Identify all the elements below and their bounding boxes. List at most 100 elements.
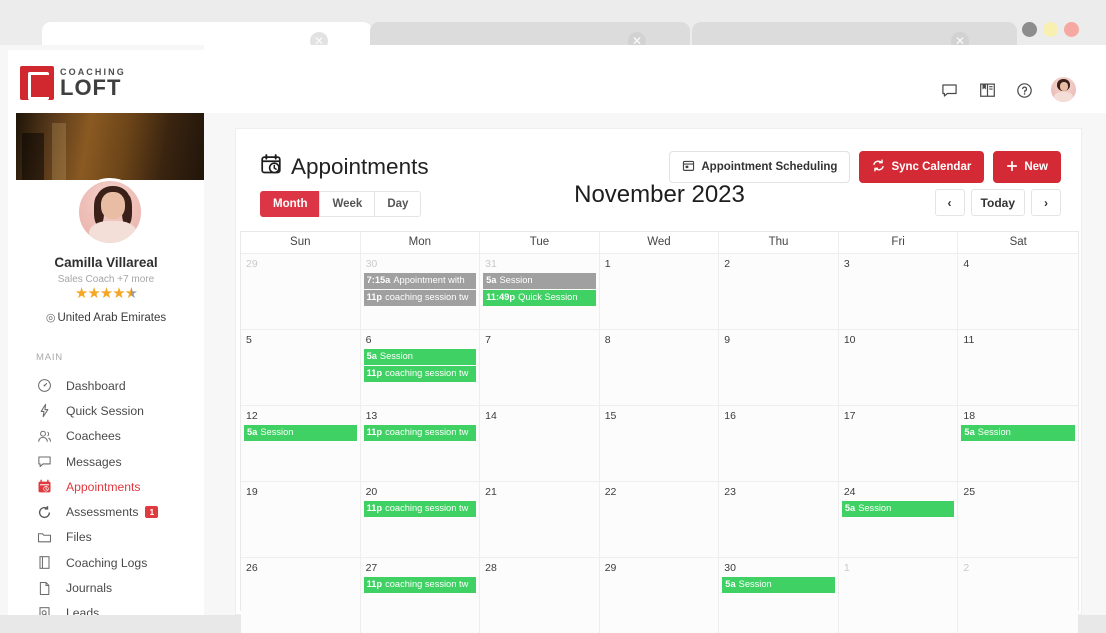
lead-search-icon xyxy=(36,605,53,615)
calendar-day-cell[interactable]: 15 xyxy=(599,406,720,481)
calendar-day-cell[interactable]: 27 11p coaching session tw xyxy=(360,558,481,633)
event-title: Session xyxy=(738,579,772,589)
calendar-event[interactable]: 11:49p Quick Session xyxy=(483,290,596,306)
calendar-day-cell[interactable]: 18 5a Session xyxy=(958,406,1078,481)
calendar-day-cell[interactable]: 28 xyxy=(480,558,600,633)
calendar-week-row: 5 6 5a Session 11p coaching session tw 7 8 9 10 11 xyxy=(241,329,1078,405)
sidebar-item-journals[interactable]: Journals xyxy=(8,575,204,600)
calendar-event[interactable]: 5a Session xyxy=(961,425,1075,441)
calendar-day-cell[interactable]: 21 xyxy=(480,482,600,557)
notebook-icon xyxy=(36,555,53,571)
day-number: 14 xyxy=(485,410,497,422)
sidebar-item-quick-session[interactable]: Quick Session xyxy=(8,398,204,423)
calendar-day-cell[interactable]: 20 11p coaching session tw xyxy=(360,482,481,557)
calendar-day-cell[interactable]: 1 xyxy=(838,558,959,633)
calendar-event[interactable]: 11p coaching session tw xyxy=(363,501,477,517)
calendar-nav-controls: ‹ Today › xyxy=(934,189,1061,216)
calendar-event[interactable]: 5a Session xyxy=(722,577,835,593)
brand-logo[interactable]: COACHING LOFT xyxy=(20,66,126,100)
calendar-event[interactable]: 5a Session xyxy=(363,349,477,365)
calendar-day-cell[interactable]: 12 5a Session xyxy=(241,406,361,481)
calendar-day-cell[interactable]: 25 xyxy=(958,482,1078,557)
event-time: 5a xyxy=(844,503,856,513)
sidebar-item-leads[interactable]: Leads xyxy=(8,601,204,615)
event-title: coaching session tw xyxy=(385,292,469,303)
document-icon xyxy=(36,580,53,596)
calendar-weekday-wed: Wed xyxy=(599,232,720,253)
sidebar-item-label: Files xyxy=(66,530,92,545)
calendar-day-cell[interactable]: 6 5a Session 11p coaching session tw xyxy=(360,330,481,405)
page-title: Appointments xyxy=(291,153,429,179)
calendar-day-cell[interactable]: 4 xyxy=(958,254,1078,329)
status-badge: 1 xyxy=(145,505,159,519)
calendar-event[interactable]: 11p coaching session tw xyxy=(363,577,477,593)
calendar-event[interactable]: 5a Session xyxy=(244,425,357,441)
sidebar-item-files[interactable]: Files xyxy=(8,525,204,550)
window-maximize-dot[interactable] xyxy=(1043,22,1058,37)
messages-icon[interactable] xyxy=(938,79,960,101)
calendar-day-cell[interactable]: 26 xyxy=(241,558,361,633)
calendar-day-cell[interactable]: 23 xyxy=(719,482,839,557)
location-pin-icon: ◎ xyxy=(45,312,56,324)
calendar-day-cell[interactable]: 29 xyxy=(599,558,720,633)
calendar-day-cell[interactable]: 3 xyxy=(838,254,959,329)
day-number: 16 xyxy=(724,410,736,422)
sidebar-item-coachees[interactable]: Coachees xyxy=(8,424,204,449)
day-number: 18 xyxy=(963,410,976,422)
window-minimize-dot[interactable] xyxy=(1022,22,1037,37)
day-number: 28 xyxy=(485,562,497,574)
calendar-day-cell[interactable]: 30 5a Session xyxy=(719,558,839,633)
appointment-scheduling-button[interactable]: Appointment Scheduling xyxy=(669,151,851,183)
sidebar-item-messages[interactable]: Messages xyxy=(8,449,204,474)
action-label: Appointment Scheduling xyxy=(701,161,838,173)
calendar-day-cell[interactable]: 9 xyxy=(719,330,839,405)
calendar-day-cell[interactable]: 16 xyxy=(719,406,839,481)
day-number: 6 xyxy=(365,334,372,346)
sidebar-item-assessments[interactable]: Assessments 1 xyxy=(8,499,204,524)
sidebar-item-coaching-logs[interactable]: Coaching Logs xyxy=(8,550,204,575)
calendar-day-cell[interactable]: 30 7:15a Appointment with 11p coaching sessi… xyxy=(360,254,481,329)
calendar-event[interactable]: 7:15a Appointment with xyxy=(363,273,477,289)
calendar-day-cell[interactable]: 31 5a Session 11:49p Quick Session xyxy=(480,254,600,329)
star-icon: ★ xyxy=(87,285,100,302)
today-button[interactable]: Today xyxy=(970,189,1025,216)
calendar-day-cell[interactable]: 2 xyxy=(958,558,1078,633)
day-number: 7 xyxy=(485,334,491,346)
calendar-event[interactable]: 11p coaching session tw xyxy=(363,290,477,306)
day-number: 20 xyxy=(365,486,378,498)
sidebar-item-appointments[interactable]: Appointments xyxy=(8,474,204,499)
avatar[interactable] xyxy=(1051,77,1076,102)
calendar-week-row: 12 5a Session 13 11p coaching session tw 14 15 1… xyxy=(241,405,1078,481)
sidebar-item-label: Dashboard xyxy=(66,378,126,393)
next-month-button[interactable]: › xyxy=(1031,189,1061,216)
calendar-event[interactable]: 11p coaching session tw xyxy=(363,425,477,441)
calendar-day-cell[interactable]: 13 11p coaching session tw xyxy=(360,406,481,481)
calendar-day-cell[interactable]: 19 xyxy=(241,482,361,557)
calendar-day-cell[interactable]: 5 xyxy=(241,330,361,405)
calendar-day-cell[interactable]: 22 xyxy=(599,482,720,557)
sync-calendar-button[interactable]: Sync Calendar xyxy=(859,151,985,183)
window-close-dot[interactable] xyxy=(1064,22,1079,37)
calendar-day-cell[interactable]: 11 xyxy=(958,330,1078,405)
calendar-day-cell[interactable]: 2 xyxy=(719,254,839,329)
book-flag-icon[interactable] xyxy=(976,79,998,101)
avatar[interactable] xyxy=(76,178,144,246)
calendar-day-cell[interactable]: 1 xyxy=(599,254,720,329)
calendar-day-cell[interactable]: 24 5a Session xyxy=(838,482,959,557)
sidebar-item-dashboard[interactable]: Dashboard xyxy=(8,373,204,398)
people-icon xyxy=(36,428,53,444)
help-circle-icon[interactable] xyxy=(1013,79,1035,101)
calendar-day-cell[interactable]: 8 xyxy=(599,330,720,405)
event-title: Session xyxy=(499,275,533,285)
calendar-event[interactable]: 5a Session xyxy=(483,273,596,289)
day-number: 12 xyxy=(246,410,258,422)
calendar-event[interactable]: 11p coaching session tw xyxy=(363,366,477,382)
calendar-event[interactable]: 5a Session xyxy=(841,501,955,517)
calendar-day-cell[interactable]: 29 xyxy=(241,254,361,329)
calendar-day-cell[interactable]: 10 xyxy=(838,330,959,405)
calendar-day-cell[interactable]: 7 xyxy=(480,330,600,405)
calendar-day-cell[interactable]: 17 xyxy=(838,406,959,481)
new-appointment-button[interactable]: New xyxy=(993,151,1061,183)
prev-month-button[interactable]: ‹ xyxy=(934,189,965,216)
calendar-day-cell[interactable]: 14 xyxy=(480,406,600,481)
